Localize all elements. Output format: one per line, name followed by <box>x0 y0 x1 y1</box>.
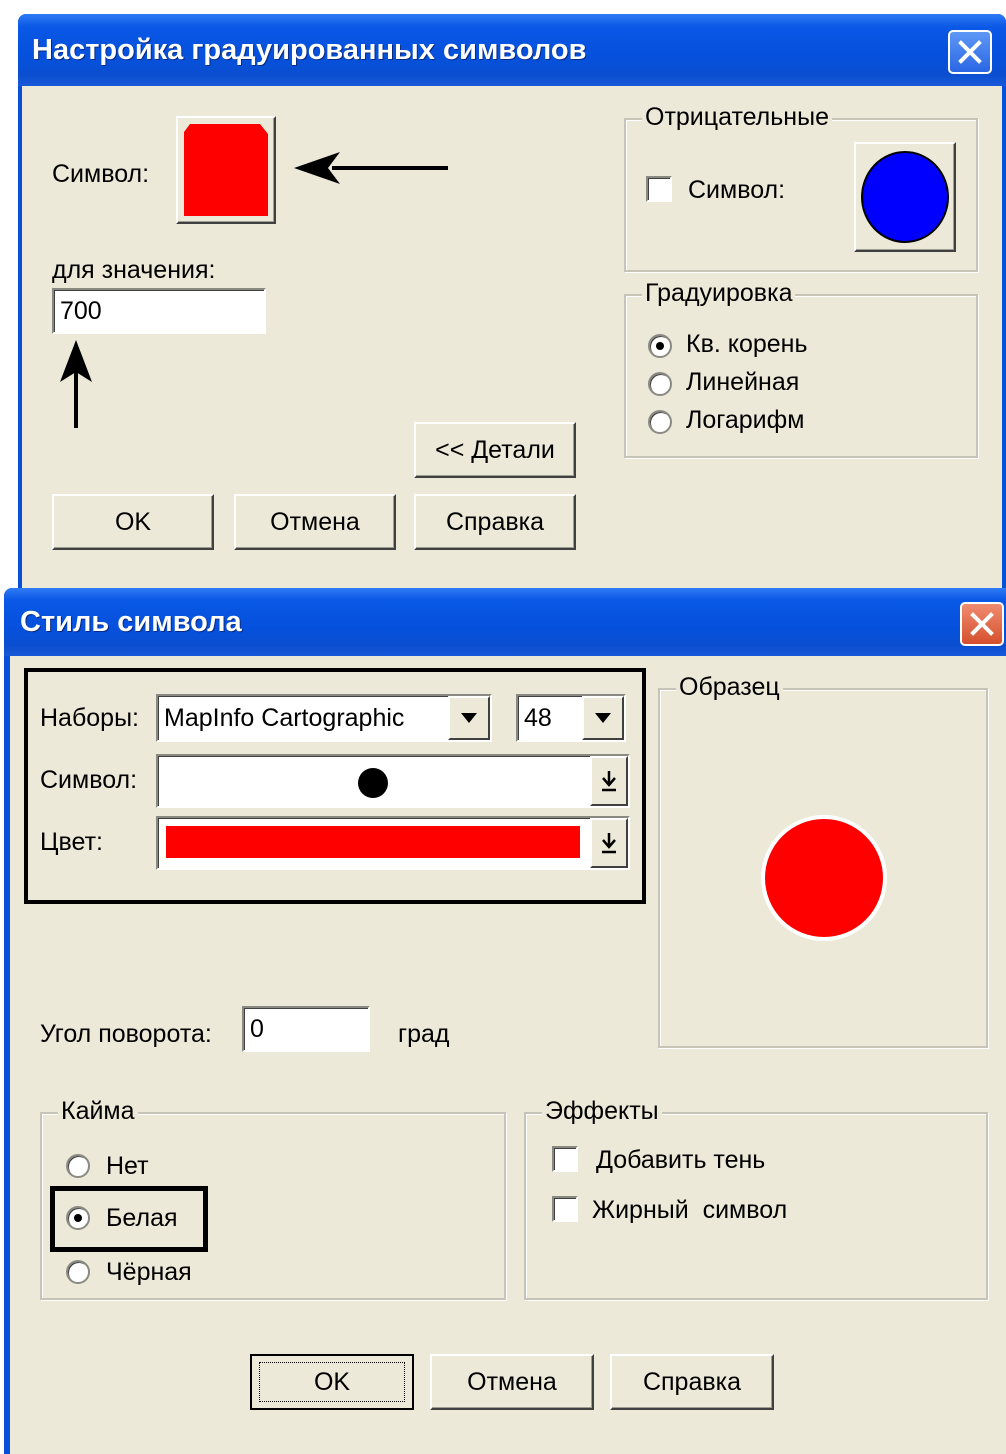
scaling-option-sqrt-label: Кв. корень <box>686 330 808 358</box>
color-label: Цвет: <box>40 828 103 856</box>
rotation-unit: град <box>398 1020 450 1048</box>
left-arrow-icon <box>294 152 448 184</box>
sample-legend: Образец <box>676 672 783 702</box>
negative-legend: Отрицательные <box>642 102 832 132</box>
close-icon <box>970 612 994 636</box>
close-button[interactable] <box>960 602 1004 646</box>
sample-symbol <box>761 815 887 941</box>
dialog-body: Наборы: MapInfo Cartographic 48 Символ: <box>10 656 1006 1454</box>
black-dot-symbol <box>358 768 388 798</box>
blue-circle-symbol <box>861 151 949 243</box>
rotation-value: 0 <box>250 1014 264 1043</box>
font-set-dropdown[interactable]: MapInfo Cartographic <box>156 694 492 742</box>
scaling-option-linear-radio[interactable] <box>648 372 672 396</box>
border-none-label: Нет <box>106 1152 149 1180</box>
help-button[interactable]: Справка <box>610 1354 774 1410</box>
value-input[interactable]: 700 <box>52 288 266 334</box>
graduated-symbols-dialog: Настройка градуированных символов Символ… <box>18 14 1006 590</box>
scaling-option-log-radio[interactable] <box>648 410 672 434</box>
focus-rect: OK <box>259 1362 405 1402</box>
title-bar[interactable]: Настройка градуированных символов <box>18 14 1006 86</box>
scaling-option-linear-label: Линейная <box>686 368 800 396</box>
chevron-down-icon <box>461 713 477 723</box>
chevron-down-icon <box>595 713 611 723</box>
font-set-label: Наборы: <box>40 704 139 732</box>
color-swatch <box>166 826 580 858</box>
negative-symbol-label: Символ: <box>688 176 786 204</box>
ok-button[interactable]: OK <box>52 494 214 550</box>
effects-legend: Эффекты <box>542 1096 662 1126</box>
bold-label: Жирный символ <box>592 1196 788 1224</box>
symbol-picker-button[interactable] <box>590 756 628 806</box>
border-black-label: Чёрная <box>106 1258 192 1286</box>
symbol-label: Символ: <box>52 160 150 188</box>
rotation-label: Угол поворота: <box>40 1020 212 1048</box>
border-white-label: Белая <box>106 1204 178 1232</box>
up-arrow-icon <box>60 340 92 428</box>
drop-arrow-icon <box>602 833 616 854</box>
details-button[interactable]: << Детали <box>414 422 576 478</box>
negative-symbol-checkbox[interactable] <box>646 176 672 202</box>
cancel-button[interactable]: Отмена <box>234 494 396 550</box>
scaling-option-log-label: Логарифм <box>686 406 805 434</box>
bold-checkbox[interactable] <box>552 1196 578 1222</box>
symbol-style-dialog: Стиль символа Наборы: MapInfo Cartograph… <box>4 588 1006 1454</box>
shadow-checkbox[interactable] <box>552 1146 578 1172</box>
cancel-button[interactable]: Отмена <box>430 1354 594 1410</box>
red-square-symbol <box>184 124 268 216</box>
font-set-value: MapInfo Cartographic <box>164 703 405 732</box>
title-bar[interactable]: Стиль символа <box>4 588 1006 656</box>
negative-symbol-button[interactable] <box>854 142 956 252</box>
symbol-picker[interactable] <box>156 754 630 808</box>
border-legend: Кайма <box>58 1096 138 1126</box>
rotation-input[interactable]: 0 <box>242 1006 370 1052</box>
border-group: Кайма Нет Белая Чёрная <box>40 1096 506 1300</box>
color-picker-button[interactable] <box>590 818 628 868</box>
ok-label: OK <box>313 1367 351 1396</box>
sample-group: Образец <box>658 672 988 1048</box>
border-none-radio[interactable] <box>66 1154 90 1178</box>
value-text: 700 <box>60 296 102 325</box>
close-button[interactable] <box>948 30 992 74</box>
shadow-label: Добавить тень <box>596 1146 766 1174</box>
window-title: Стиль символа <box>20 605 242 638</box>
value-label: для значения: <box>52 256 216 284</box>
color-picker[interactable] <box>156 816 630 870</box>
drop-arrow-icon <box>602 771 616 792</box>
border-black-radio[interactable] <box>66 1260 90 1284</box>
size-dropdown[interactable]: 48 <box>516 694 626 742</box>
window-title: Настройка градуированных символов <box>32 33 587 66</box>
help-button[interactable]: Справка <box>414 494 576 550</box>
close-icon <box>958 40 982 64</box>
scaling-option-sqrt-radio[interactable] <box>648 334 672 358</box>
scaling-legend: Градуировка <box>642 278 796 308</box>
ok-button[interactable]: OK <box>250 1354 414 1410</box>
font-set-dropdown-button[interactable] <box>448 696 490 740</box>
effects-group: Эффекты Добавить тень Жирный символ <box>524 1096 988 1300</box>
dialog-body: Символ: для значения: 700 Отрицательные … <box>22 86 1002 590</box>
scaling-group: Градуировка Кв. корень Линейная Логарифм <box>624 278 978 458</box>
symbol-preview-button[interactable] <box>176 116 276 224</box>
size-value: 48 <box>524 703 552 732</box>
negative-group: Отрицательные Символ: <box>624 102 978 272</box>
border-white-radio[interactable] <box>66 1206 90 1230</box>
size-dropdown-button[interactable] <box>582 696 624 740</box>
symbol-label: Символ: <box>40 766 138 794</box>
